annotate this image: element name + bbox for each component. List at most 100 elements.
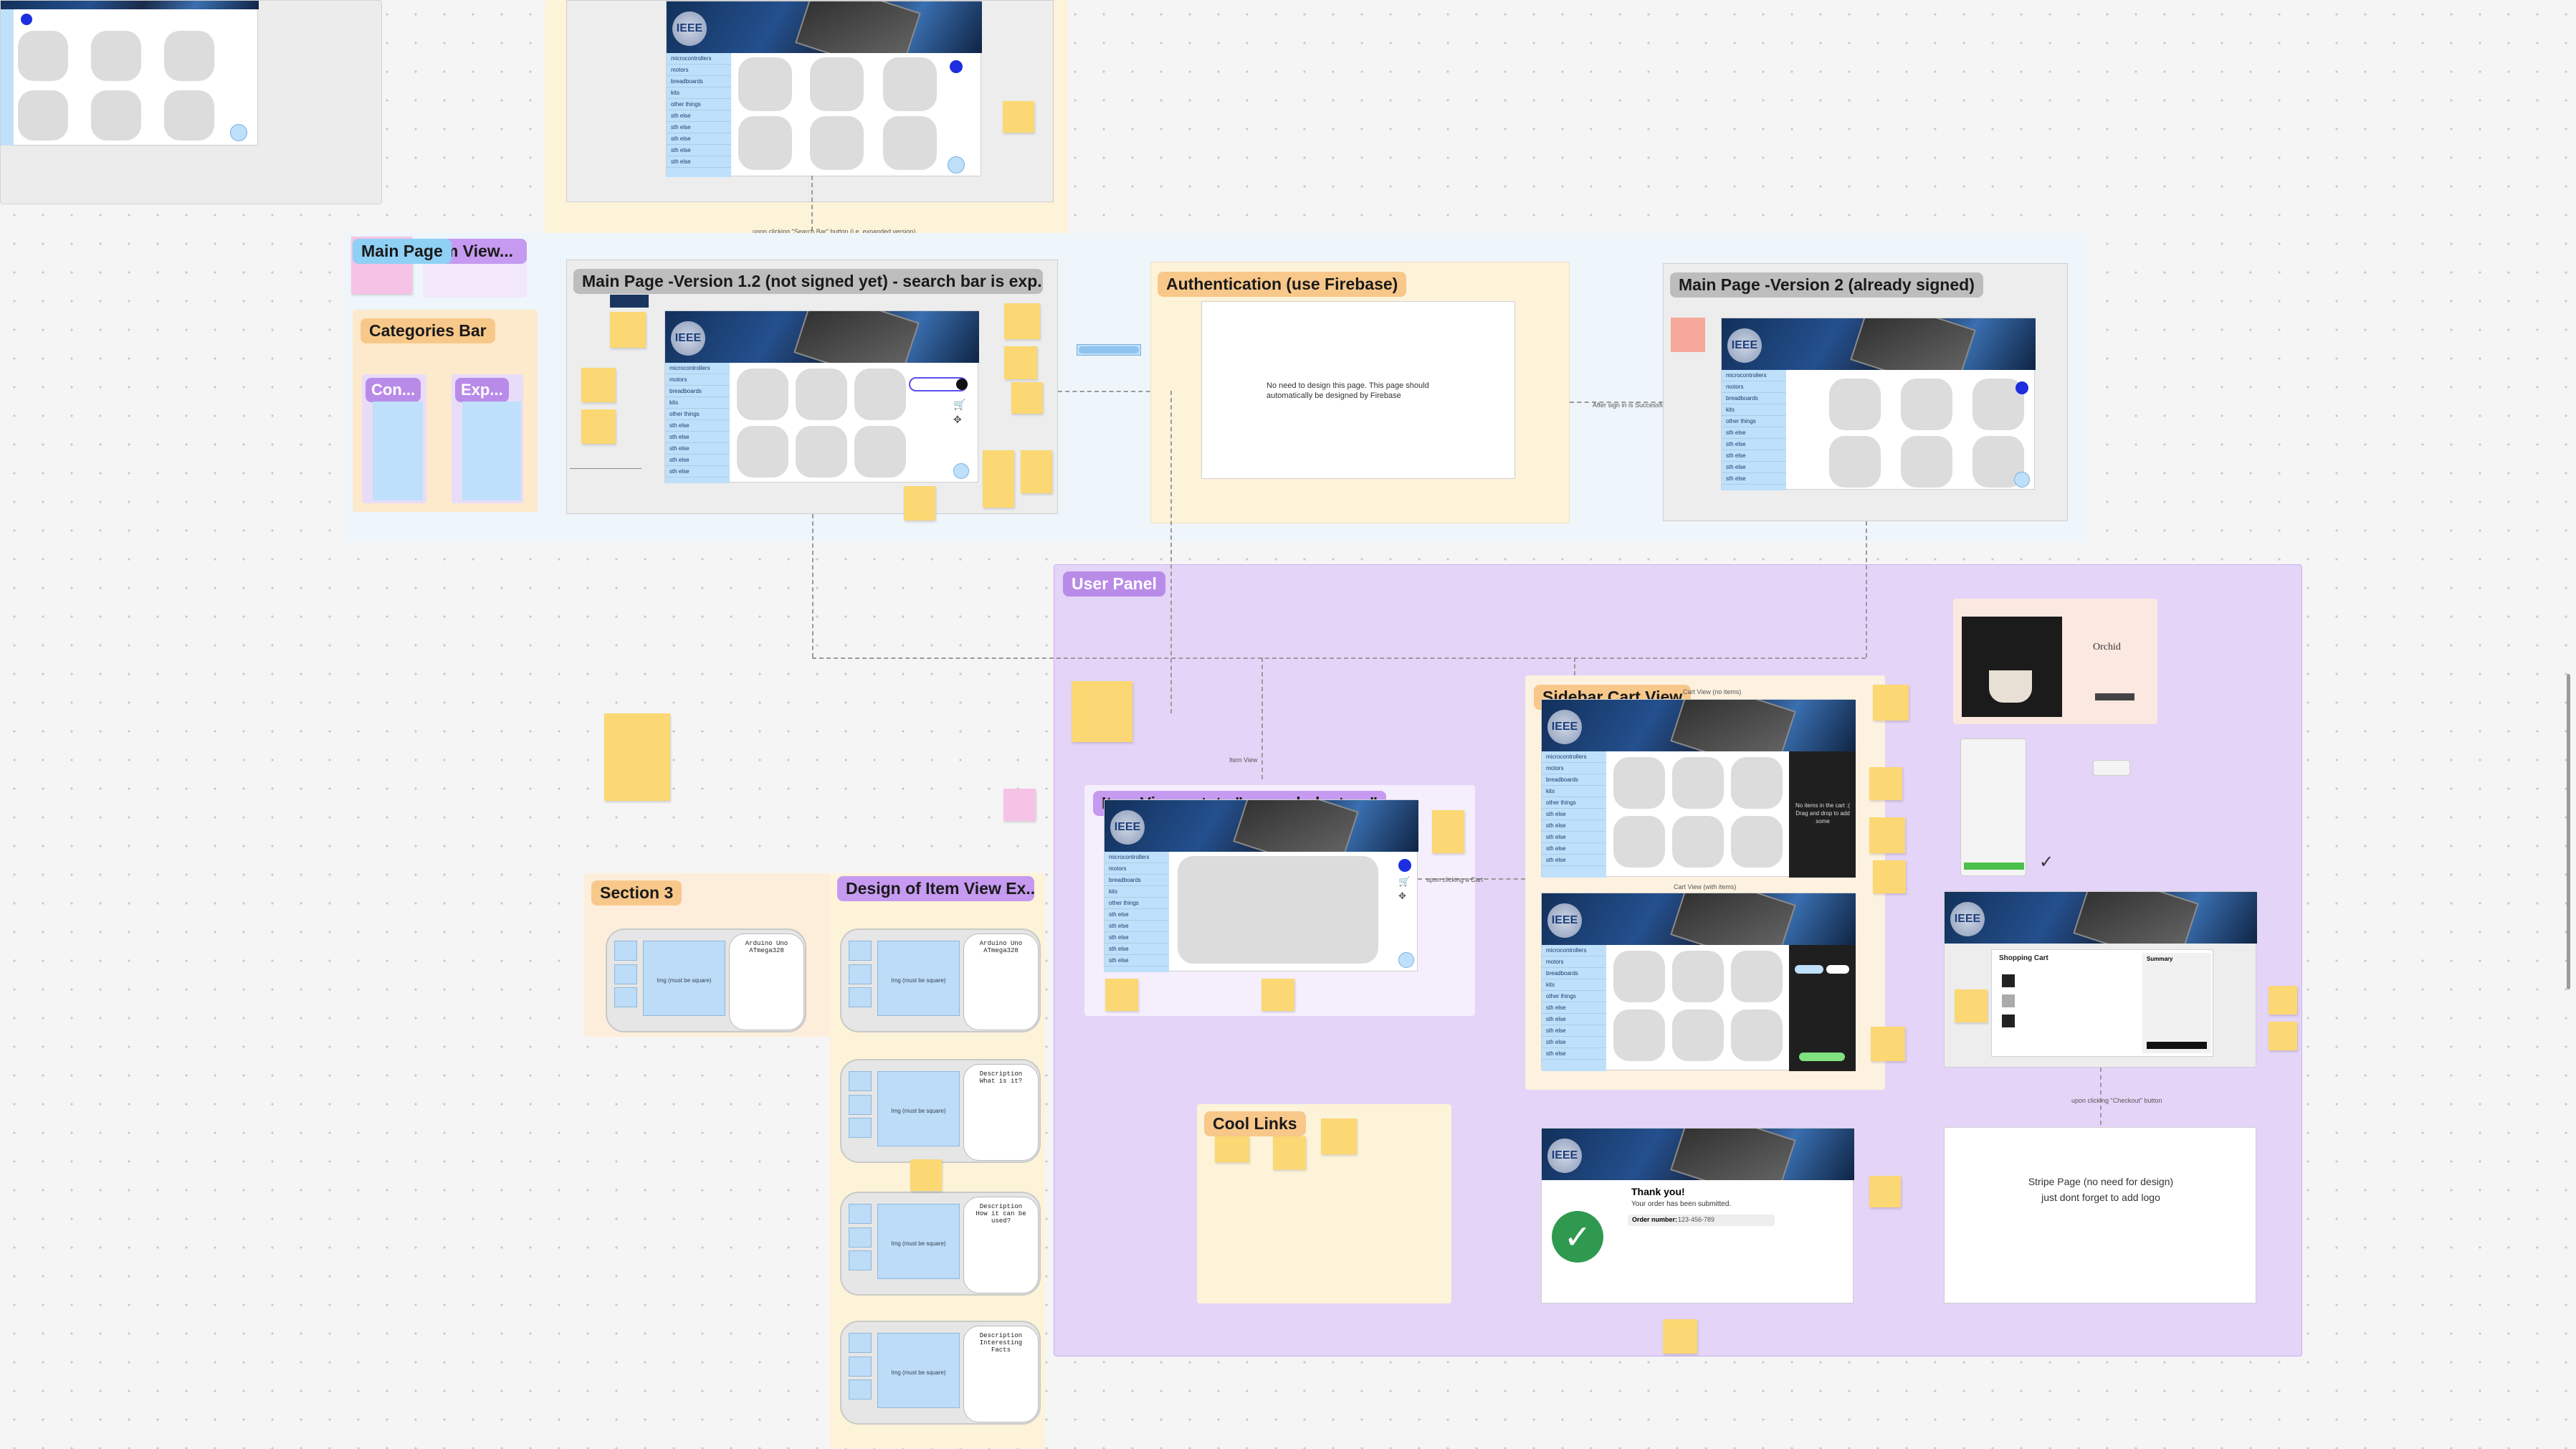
expanded-item[interactable] (1178, 856, 1378, 964)
description-panel: Description Interesting Facts (963, 1326, 1039, 1422)
cart-fab[interactable] (1398, 952, 1414, 968)
sticky-note (1871, 1027, 1905, 1061)
search-icon[interactable] (956, 379, 968, 390)
canvas-scrollbar[interactable] (2567, 674, 2570, 989)
order-number-box[interactable]: Order number: 123-456-789 (1628, 1215, 1775, 1226)
design-item-view-label[interactable]: Design of Item View Ex... (837, 876, 1034, 901)
sticky-note (610, 312, 646, 348)
connector (812, 514, 814, 657)
checkout-button[interactable] (2147, 1042, 2207, 1049)
con-list (373, 402, 423, 500)
tile (1613, 951, 1665, 1002)
sticky-note (1004, 346, 1037, 379)
top-center-frame: IEEE microcontrollers motors breadboards ki… (566, 0, 1054, 202)
item-title: Arduino Uno (745, 940, 788, 947)
orchid-button[interactable] (2095, 693, 2134, 700)
connector-label: Item View (1229, 756, 1258, 764)
notes-text (570, 468, 641, 508)
sticky-note (2269, 1022, 2297, 1050)
main-v12-label[interactable]: Main Page -Version 1.2 (not signed yet) … (573, 269, 1043, 294)
sticky-note (1273, 1136, 1306, 1169)
top-left-fab[interactable] (230, 124, 247, 141)
description-question: How it can be used? (975, 1210, 1026, 1225)
cart-drawer-empty[interactable]: No items in the cart :( Drag and drop to… (1789, 751, 1856, 878)
auth-note: No need to design this page. This page s… (1266, 381, 1429, 400)
ieee-logo[interactable]: IEEE (1950, 902, 1985, 936)
thumb (849, 1118, 872, 1138)
ieee-logo[interactable]: IEEE (1547, 903, 1582, 938)
tile (738, 116, 792, 170)
orchid-reference: Orchid (1953, 599, 2157, 724)
top-left-dot[interactable] (21, 14, 32, 25)
cart-item-pill[interactable] (1826, 965, 1849, 974)
con-label[interactable]: Con... (366, 378, 421, 402)
ieee-logo[interactable]: IEEE (1547, 710, 1582, 744)
cart-icon[interactable]: 🛒 (953, 399, 965, 411)
ieee-logo[interactable]: IEEE (671, 321, 705, 356)
cart-fab[interactable] (2014, 472, 2030, 488)
cart-icon[interactable]: 🛒 (1398, 876, 1410, 888)
confirmation-frame: IEEE ✓ Thank you! Your order has been su… (1541, 1128, 1854, 1303)
thumb (849, 1357, 872, 1377)
exp-label[interactable]: Exp... (455, 378, 509, 402)
sticky-note (2269, 986, 2297, 1015)
user-dot[interactable] (950, 60, 963, 73)
connector (812, 657, 1866, 659)
puzzle-icon[interactable]: ✥ (953, 414, 962, 426)
main-v2-label[interactable]: Main Page -Version 2 (already signed) (1670, 272, 1983, 298)
tile (1672, 951, 1724, 1002)
ieee-logo[interactable]: IEEE (1110, 810, 1145, 845)
connector-label: upon clicking a Cart (1426, 876, 1484, 883)
checkout-button[interactable] (1799, 1053, 1845, 1061)
mobile-reference (1960, 738, 2026, 876)
sticky-note (1663, 1319, 1697, 1354)
thumb (849, 1071, 872, 1091)
cart-items-caption: Cart View (with items) (1674, 883, 1737, 890)
ieee-logo[interactable]: IEEE (1727, 328, 1762, 363)
sticky-note (1004, 303, 1040, 339)
section3-label[interactable]: Section 3 (591, 880, 682, 906)
tile (1829, 379, 1881, 430)
main-page-tag[interactable]: Main Page (353, 239, 452, 264)
stripe-frame: Stripe Page (no need for design) just do… (1944, 1127, 2256, 1303)
thumb (849, 1379, 872, 1400)
orchid-title: Orchid (2093, 642, 2121, 652)
user-dot[interactable] (1398, 859, 1411, 872)
puzzle-icon[interactable]: ✥ (1398, 890, 1406, 902)
cart-fab[interactable] (948, 156, 965, 174)
sticky-note (1003, 101, 1034, 133)
user-dot[interactable] (2016, 381, 2028, 394)
categories-bar-label[interactable]: Categories Bar (361, 318, 495, 343)
tile (1901, 379, 1952, 430)
tile (854, 369, 906, 420)
sticky-note (1261, 979, 1294, 1011)
cart-drawer-items[interactable] (1789, 945, 1856, 1071)
auth-label[interactable]: Authentication (use Firebase) (1158, 272, 1407, 297)
sticky-note (1072, 681, 1132, 742)
thumb (849, 1333, 872, 1353)
mini-preview (610, 295, 649, 308)
cool-links-label[interactable]: Cool Links (1204, 1111, 1306, 1136)
description-question: What is it? (979, 1078, 1023, 1085)
mobile-green-bar (1964, 863, 2024, 870)
top-center-inner: IEEE microcontrollers motors breadboards ki… (666, 1, 982, 177)
tile (883, 57, 937, 111)
tile (737, 426, 788, 478)
item-image: Img (must be square) (877, 1204, 960, 1279)
thumb (849, 1204, 872, 1224)
submitted-text: Your order has been submitted. (1631, 1200, 1732, 1208)
cart-row-shirt (2002, 994, 2015, 1007)
tile (1731, 757, 1783, 809)
user-panel-label[interactable]: User Panel (1063, 571, 1165, 597)
sticky-note (1003, 789, 1036, 821)
cart-item-pill[interactable] (1795, 965, 1823, 974)
orchid-pot (1989, 670, 2032, 703)
exp-list (462, 402, 521, 500)
thumb (849, 1227, 872, 1248)
connector-label: upon clicking "Checkout" button (2071, 1097, 2162, 1104)
ieee-logo[interactable]: IEEE (1547, 1139, 1582, 1173)
tile (810, 116, 864, 170)
ieee-logo[interactable]: IEEE (672, 11, 707, 46)
cart-fab[interactable] (953, 463, 969, 479)
item-image: Img (must be square) (877, 1333, 960, 1408)
